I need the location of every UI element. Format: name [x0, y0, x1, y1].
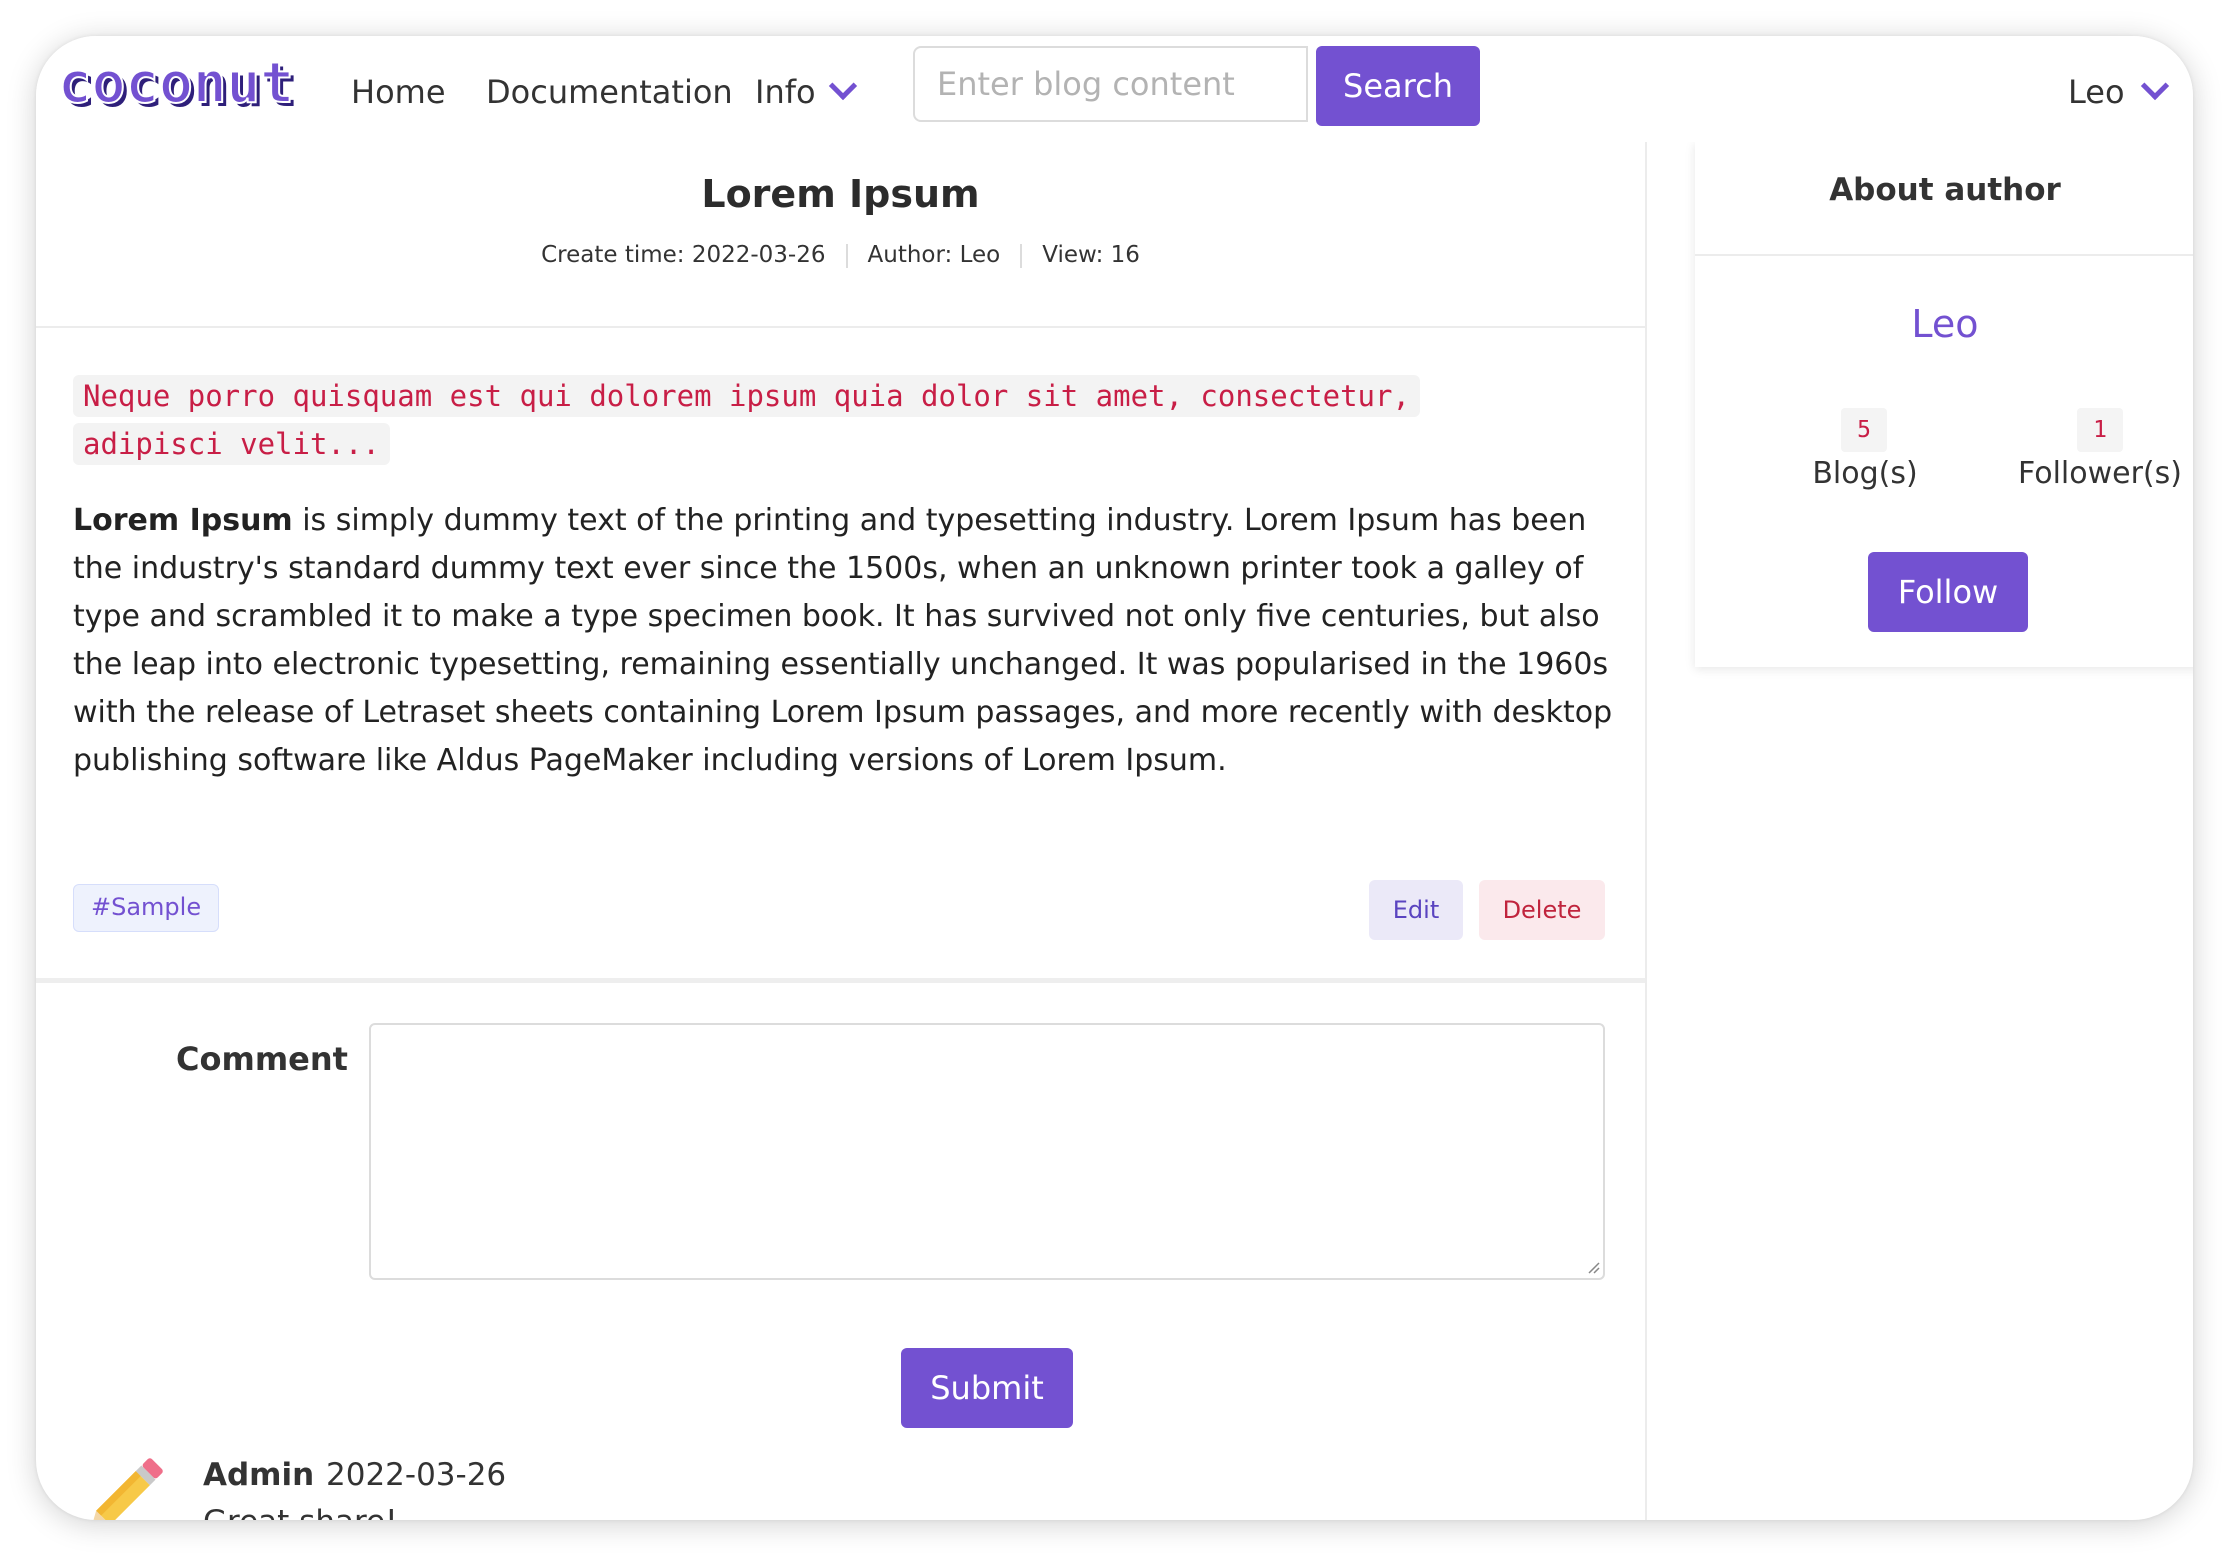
search-input[interactable]	[913, 46, 1308, 122]
author-name-link[interactable]: Leo	[1695, 302, 2193, 346]
code-quote-text: Neque porro quisquam est qui dolorem ips…	[73, 375, 1420, 465]
tag-sample[interactable]: #Sample	[73, 884, 220, 932]
nav-info-link[interactable]: Info	[755, 72, 816, 112]
section-divider	[36, 978, 1645, 983]
blogs-label: Blog(s)	[1812, 456, 1918, 491]
top-navbar: coconut coconut Home Documentation Info …	[36, 36, 2193, 142]
blogs-count-badge: 5	[1841, 408, 1887, 452]
info-chevron-down-icon[interactable]	[828, 71, 858, 101]
submit-button[interactable]: Submit	[901, 1348, 1073, 1428]
article-panel: Lorem Ipsum Create time: 2022-03-26 Autho…	[36, 142, 1647, 1520]
pencil-icon	[90, 1458, 163, 1520]
edit-button[interactable]: Edit	[1369, 880, 1463, 940]
divider	[36, 326, 1645, 328]
post-title: Lorem Ipsum	[701, 172, 980, 216]
user-chevron-down-icon[interactable]	[2140, 71, 2170, 101]
divider	[1695, 254, 2193, 256]
code-quote: Neque porro quisquam est qui dolorem ips…	[73, 372, 1493, 468]
comment-author: Admin	[203, 1457, 315, 1493]
comment-textarea[interactable]	[369, 1023, 1605, 1280]
delete-button[interactable]: Delete	[1479, 880, 1605, 940]
comment-text: Great share!	[203, 1504, 398, 1520]
post-views: View: 16	[1042, 242, 1140, 268]
comment-label: Comment	[176, 1040, 348, 1078]
meta-divider	[845, 243, 848, 268]
user-menu-name[interactable]: Leo	[2068, 72, 2125, 112]
app-window: coconut coconut Home Documentation Info …	[36, 36, 2193, 1520]
coconut-logo[interactable]: coconut coconut	[56, 50, 304, 122]
search-button[interactable]: Search	[1316, 46, 1480, 126]
post-body-bold: Lorem Ipsum	[73, 503, 293, 538]
post-meta: Create time: 2022-03-26 Author: Leo View: …	[36, 242, 1645, 268]
post-create-time: Create time: 2022-03-26	[541, 242, 826, 268]
about-author-card: About author Leo 5 Blog(s) 1 Follower(s)…	[1695, 142, 2193, 667]
post-author: Author: Leo	[867, 242, 1001, 268]
about-author-title: About author	[1829, 172, 2061, 208]
meta-divider	[1020, 243, 1023, 268]
resize-grip-icon[interactable]	[1588, 1262, 1600, 1274]
post-body-text: is simply dummy text of the printing and…	[73, 503, 1613, 778]
nav-documentation-link[interactable]: Documentation	[486, 72, 733, 112]
logo-text: coconut	[58, 56, 294, 116]
followers-label: Follower(s)	[2018, 456, 2182, 491]
follow-button[interactable]: Follow	[1868, 552, 2028, 632]
comment-date: 2022-03-26	[326, 1457, 507, 1493]
followers-count-badge: 1	[2077, 408, 2123, 452]
post-body: Lorem Ipsum is simply dummy text of the …	[73, 497, 1633, 785]
nav-home-link[interactable]: Home	[351, 72, 446, 112]
